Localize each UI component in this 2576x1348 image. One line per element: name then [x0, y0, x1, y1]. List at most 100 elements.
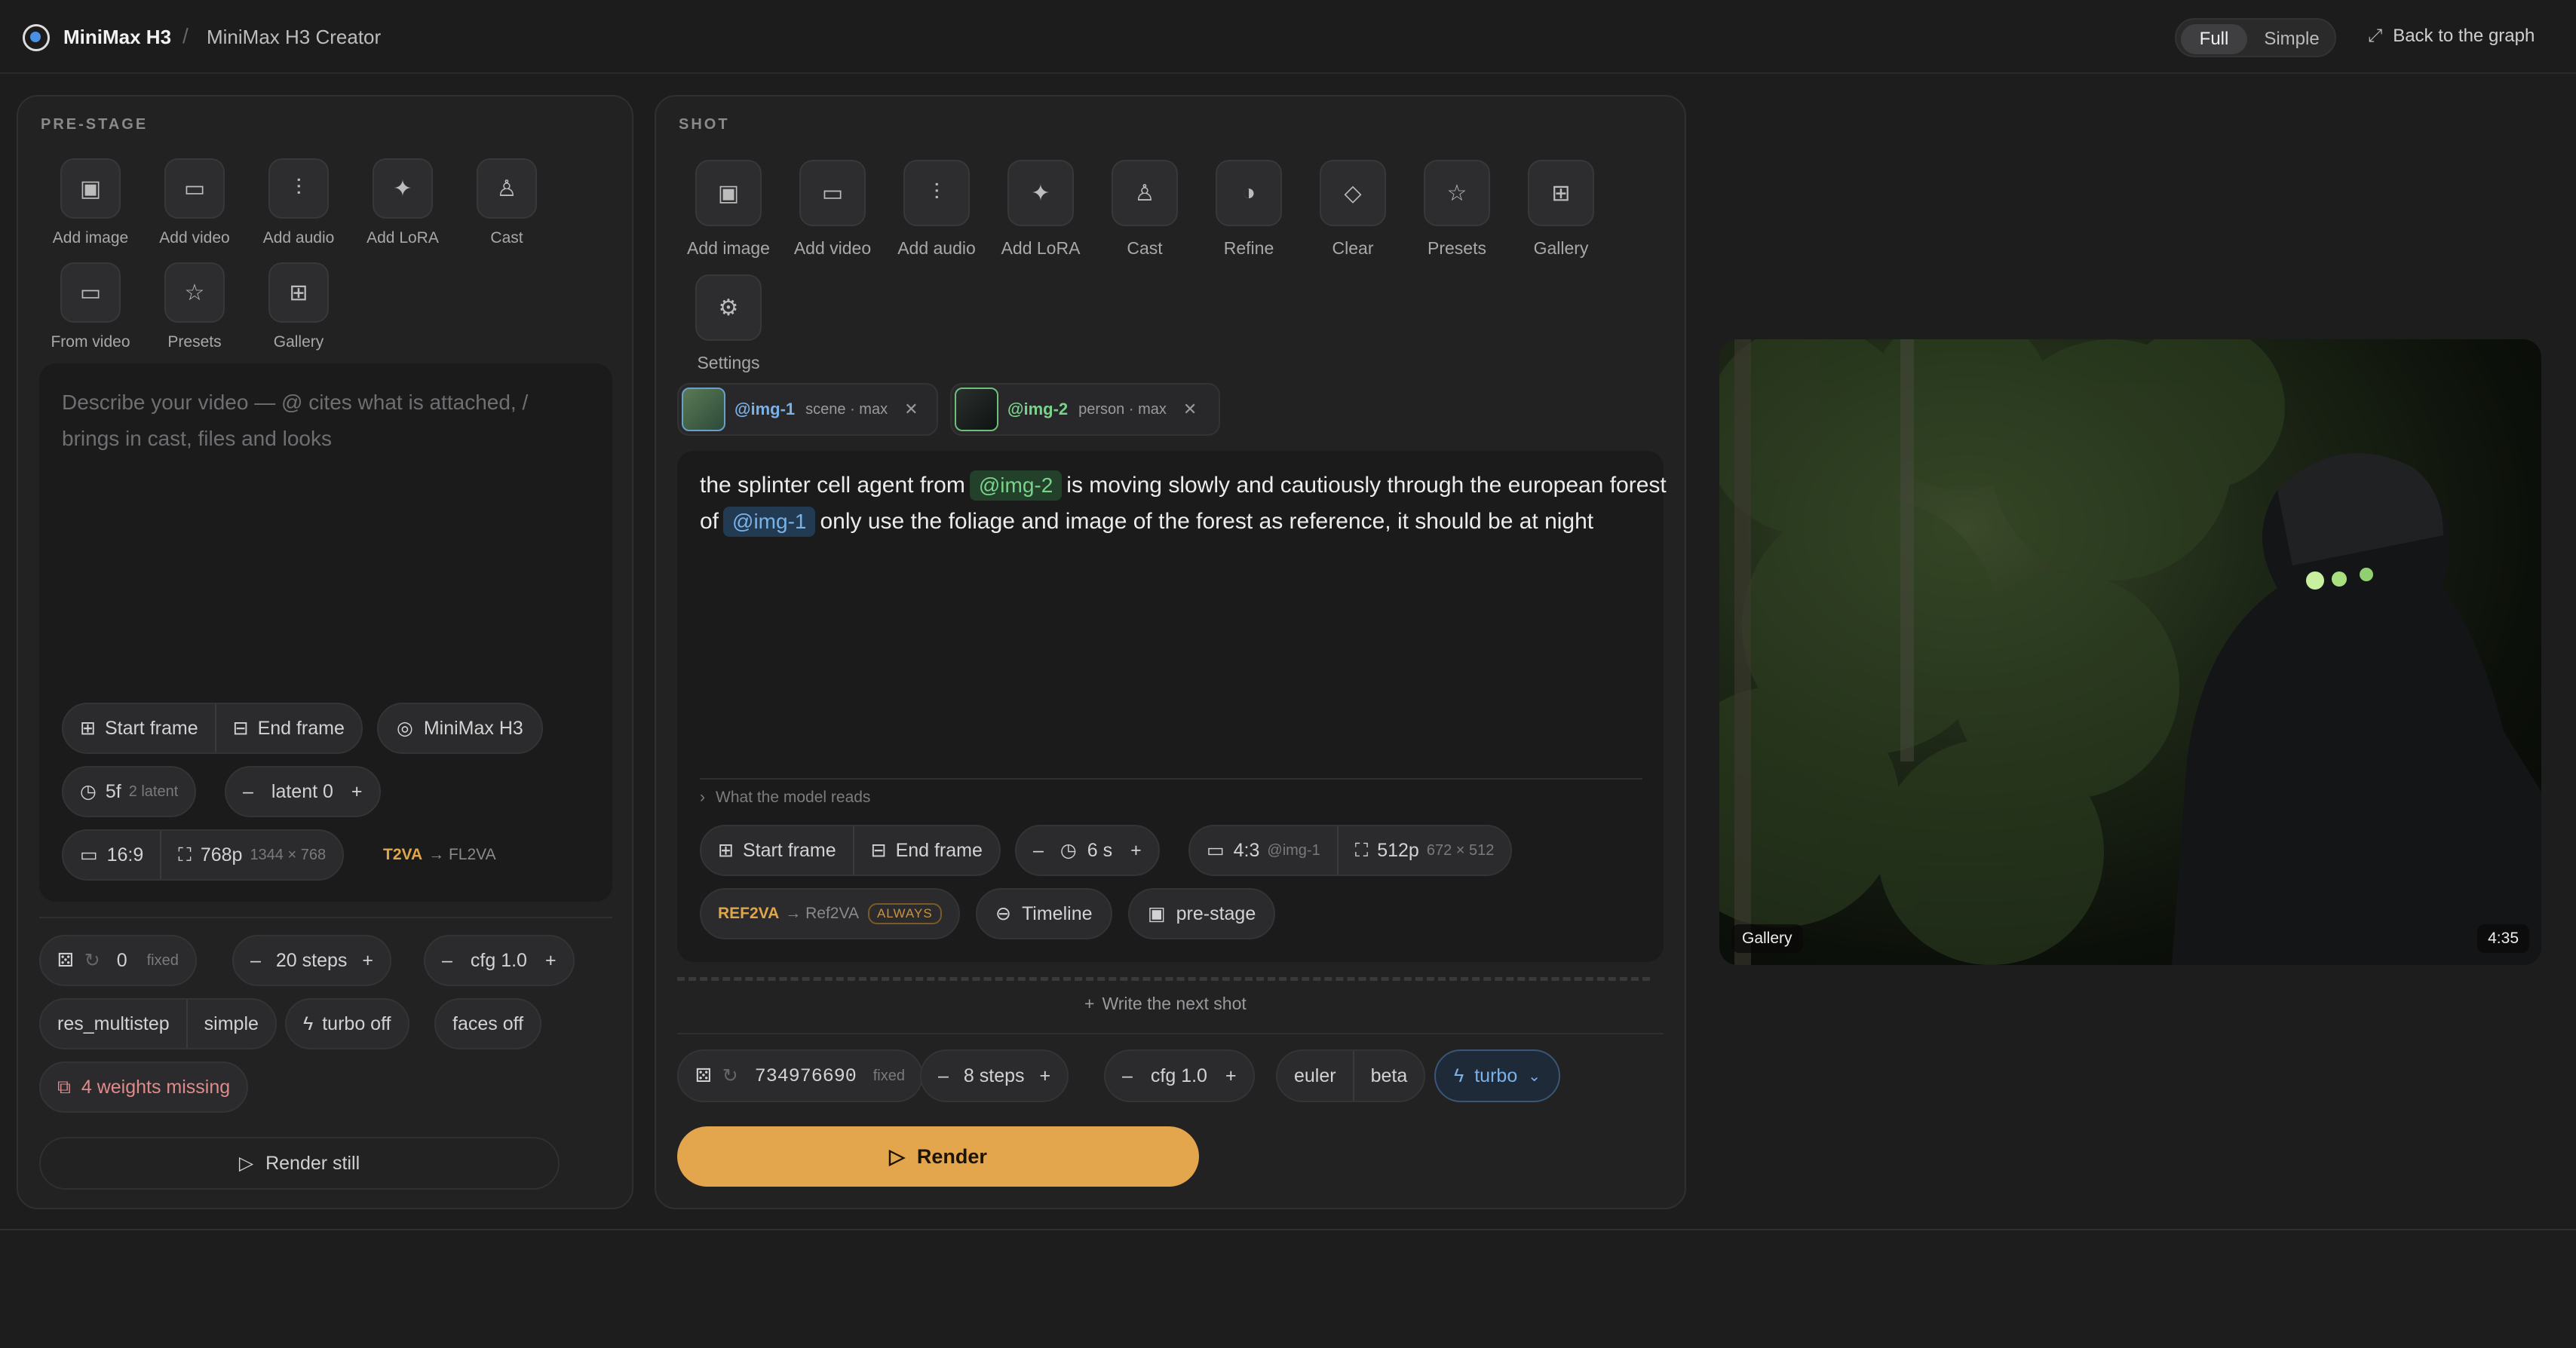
video-preview[interactable]: Gallery 4:35 [1719, 339, 2541, 965]
prestage-faces-toggle[interactable]: faces off [434, 998, 542, 1049]
sampler-select[interactable]: res_multistep [41, 1000, 188, 1048]
duration-stepper: – ◷ 6 s + [1015, 825, 1160, 876]
video-icon: ▭ [164, 158, 225, 219]
duration-badge: 4:35 [2477, 924, 2529, 953]
plus-button[interactable]: + [351, 781, 363, 803]
shot-add-video-button[interactable]: ▭ Add video [787, 160, 878, 259]
divider [700, 778, 1642, 780]
scheduler-select[interactable]: beta [1354, 1051, 1424, 1101]
frames-control[interactable]: ◷ 5f 2 latent [62, 766, 197, 817]
prestage-add-lora-button[interactable]: ✦ Add LoRA [357, 158, 448, 247]
weights-missing-badge[interactable]: ⧉ 4 weights missing [39, 1062, 249, 1113]
resolution-button[interactable]: ⛶ 512p 672 × 512 [1339, 826, 1511, 875]
image-icon: ▣ [1148, 903, 1166, 924]
shot-add-lora-button[interactable]: ✦ Add LoRA [995, 160, 1086, 259]
reference-thumbnail [682, 388, 725, 431]
model-reads-toggle[interactable]: › What the model reads [700, 789, 870, 807]
shot-add-audio-button[interactable]: ⫶ Add audio [891, 160, 982, 259]
shot-clear-button[interactable]: ◇ Clear [1308, 160, 1398, 259]
shot-turbo-select[interactable]: ϟ turbo ⌄ [1434, 1049, 1560, 1102]
footer-divider [0, 1229, 2576, 1230]
start-frame-button[interactable]: ⊞ Start frame [701, 826, 854, 875]
scheduler-select[interactable]: simple [188, 1000, 275, 1048]
end-frame-button[interactable]: ⊟ End frame [854, 826, 999, 875]
crop-icon: ⛶ [178, 844, 192, 865]
prestage-format-controls: ▭ 16:9 ⛶ 768p 1344 × 768 [62, 829, 345, 881]
minus-button[interactable]: – [442, 950, 452, 972]
prestage-add-audio-button[interactable]: ⫶ Add audio [253, 158, 344, 247]
layers-icon: ⧉ [57, 1076, 71, 1098]
prestage-turbo-toggle[interactable]: ϟ turbo off [285, 998, 409, 1049]
minus-button[interactable]: – [243, 781, 253, 803]
mode-simple-button[interactable]: Simple [2250, 24, 2333, 54]
mode-full-button[interactable]: Full [2181, 24, 2247, 54]
back-to-graph-button[interactable]: ⤢ Back to the graph [2368, 26, 2535, 47]
image-icon: ▣ [60, 158, 121, 219]
render-button[interactable]: ▷ Render [677, 1126, 1199, 1187]
prestage-from-video-button[interactable]: ▭ From video [45, 262, 136, 351]
minus-button[interactable]: – [1122, 1065, 1133, 1087]
minus-button[interactable]: – [1033, 840, 1044, 862]
rectangle-icon: ▭ [80, 844, 98, 865]
pre-stage-button[interactable]: ▣ pre-stage [1128, 888, 1276, 939]
plus-square-icon: ⊞ [718, 840, 734, 861]
reference-chip-img-2[interactable]: @img-2 person · max ✕ [950, 383, 1220, 436]
close-icon[interactable]: ✕ [1183, 400, 1197, 419]
mention-tag[interactable]: @img-2 [969, 470, 1063, 501]
prestage-gallery-button[interactable]: ⊞ Gallery [253, 262, 344, 351]
prestage-prompt-input[interactable]: Describe your video — @ cites what is at… [62, 384, 590, 457]
clock-icon: ◷ [80, 781, 97, 802]
prestage-presets-button[interactable]: ☆ Presets [149, 262, 240, 351]
render-still-button[interactable]: ▷ Render still [39, 1137, 560, 1190]
person-icon: ♙ [1112, 160, 1178, 226]
aspect-ratio-button[interactable]: ▭ 16:9 [63, 831, 162, 879]
prestage-add-image-button[interactable]: ▣ Add image [45, 158, 136, 247]
lock-icon: ↻ [722, 1065, 738, 1086]
start-frame-button[interactable]: ⊞ Start frame [63, 704, 216, 752]
plus-button[interactable]: + [1225, 1065, 1237, 1087]
dice-icon: ⚄ [695, 1065, 712, 1086]
write-next-shot-button[interactable]: + Write the next shot [1084, 994, 1247, 1014]
shot-refine-button[interactable]: ◑ Refine [1204, 160, 1294, 259]
star-icon: ☆ [1424, 160, 1490, 226]
shot-settings-button[interactable]: ⚙ Settings [683, 274, 774, 373]
person-icon: ♙ [477, 158, 537, 219]
breadcrumb[interactable]: MiniMax H3 Creator [207, 26, 381, 49]
minus-button[interactable]: – [250, 950, 261, 972]
prestage-add-video-button[interactable]: ▭ Add video [149, 158, 240, 247]
close-icon[interactable]: ✕ [904, 400, 918, 419]
prestage-seed-control[interactable]: ⚄ ↻ 0 fixed [39, 935, 197, 986]
shot-prompt-input[interactable]: the splinter cell agent from @img-2 is mov… [700, 467, 1673, 540]
shot-mode-badge[interactable]: REF2VA → Ref2VA ALWAYS [700, 888, 960, 939]
star-icon: ☆ [164, 262, 225, 323]
model-button[interactable]: ◎ MiniMax H3 [377, 703, 543, 754]
timeline-button[interactable]: ⊖ Timeline [976, 888, 1112, 939]
prestage-cfg-stepper: – cfg 1.0 + [424, 935, 575, 986]
plus-button[interactable]: + [545, 950, 557, 972]
end-frame-button[interactable]: ⊟ End frame [216, 704, 361, 752]
shot-seed-control[interactable]: ⚄ ↻ 734976690 fixed [677, 1049, 923, 1102]
plus-button[interactable]: + [362, 950, 373, 972]
eraser-icon: ◇ [1320, 160, 1386, 226]
prestage-mode-tag: T2VA → FL2VA [383, 846, 496, 863]
aspect-ratio-button[interactable]: ▭ 4:3 @img-1 [1190, 826, 1339, 875]
plus-button[interactable]: + [1130, 840, 1142, 862]
prestage-cast-button[interactable]: ♙ Cast [462, 158, 552, 247]
sampler-select[interactable]: euler [1277, 1051, 1354, 1101]
resolution-button[interactable]: ⛶ 768p 1344 × 768 [161, 831, 342, 879]
shot-gallery-button[interactable]: ⊞ Gallery [1516, 160, 1606, 259]
shot-add-image-button[interactable]: ▣ Add image [683, 160, 774, 259]
model-icon: ◎ [397, 718, 413, 739]
reference-chip-img-1[interactable]: @img-1 scene · max ✕ [677, 383, 938, 436]
minus-button[interactable]: – [938, 1065, 949, 1087]
app-name: MiniMax H3 [63, 26, 172, 48]
chevron-down-icon: ⌄ [1528, 1068, 1541, 1085]
link-icon: ⊖ [995, 903, 1011, 924]
shot-cast-button[interactable]: ♙ Cast [1099, 160, 1190, 259]
shot-divider [677, 977, 1650, 981]
video-icon: ▭ [799, 160, 866, 226]
gallery-badge[interactable]: Gallery [1731, 924, 1803, 953]
mention-tag[interactable]: @img-1 [723, 507, 816, 537]
plus-button[interactable]: + [1040, 1065, 1051, 1087]
shot-presets-button[interactable]: ☆ Presets [1412, 160, 1502, 259]
